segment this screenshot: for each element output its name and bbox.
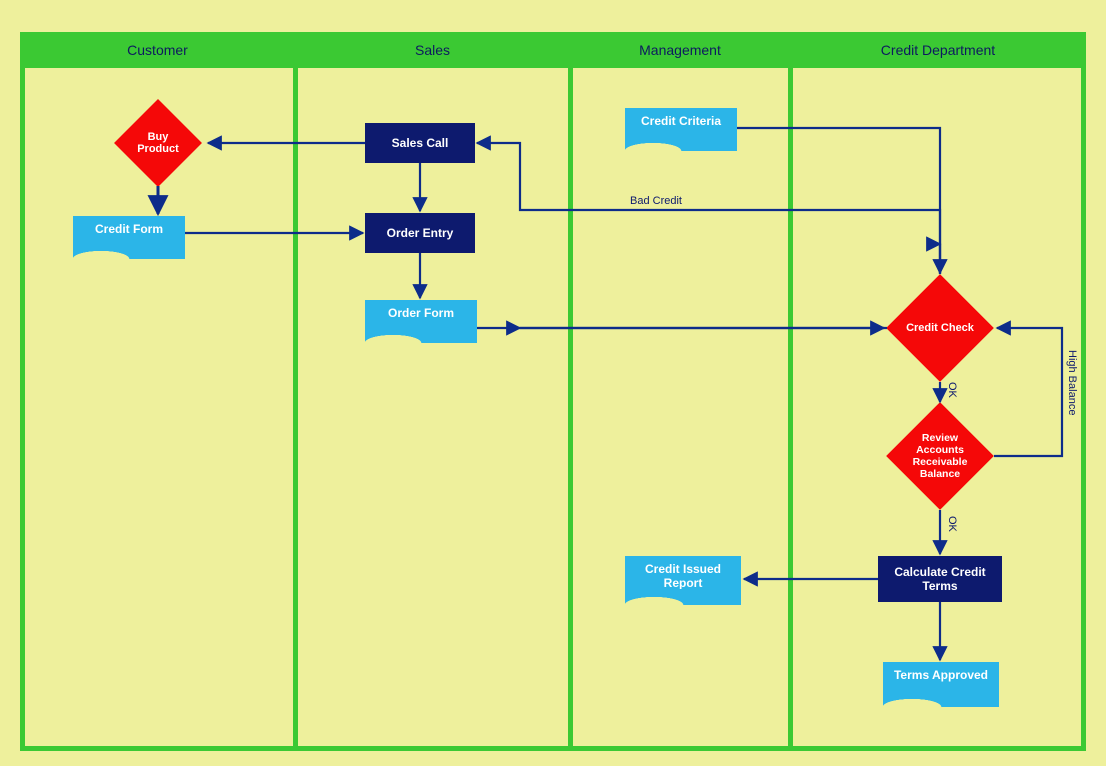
lane-header-customer: Customer [20, 32, 295, 68]
lane-border [20, 746, 1086, 751]
lane-header-credit-dept: Credit Department [790, 32, 1086, 68]
node-label: Credit Check [903, 322, 977, 334]
document-credit-criteria: Credit Criteria [625, 108, 737, 150]
node-label: Terms Approved [894, 668, 988, 682]
process-sales-call: Sales Call [365, 123, 475, 163]
decision-review-accounts: Review Accounts Receivable Balance [886, 402, 993, 509]
node-label: Order Form [388, 306, 454, 320]
lane-sep [293, 68, 298, 748]
node-label: Credit Form [95, 222, 163, 236]
node-label: Review Accounts Receivable Balance [903, 432, 977, 480]
lane-header-label: Management [639, 42, 721, 58]
lane-border [20, 32, 25, 751]
node-label: Credit Issued Report [645, 562, 721, 590]
swimlane-diagram: Customer Sales Management Credit Departm… [0, 0, 1106, 766]
node-label: Credit Criteria [641, 114, 721, 128]
edge-label-high-balance: High Balance [1066, 350, 1078, 415]
edge-label-ok1: OK [946, 382, 958, 398]
document-credit-form: Credit Form [73, 216, 185, 258]
lane-header-label: Customer [127, 42, 188, 58]
lane-sep [568, 68, 573, 748]
node-label: Sales Call [392, 136, 449, 150]
lane-header-sales: Sales [295, 32, 570, 68]
process-calculate-terms: Calculate Credit Terms [878, 556, 1002, 602]
decision-credit-check: Credit Check [886, 274, 993, 381]
lane-header-label: Credit Department [881, 42, 995, 58]
process-order-entry: Order Entry [365, 213, 475, 253]
lane-header-management: Management [570, 32, 790, 68]
edge-label-bad-credit: Bad Credit [630, 195, 682, 207]
document-terms-approved: Terms Approved [883, 662, 999, 706]
document-order-form: Order Form [365, 300, 477, 342]
edge-label-ok2: OK [946, 516, 958, 532]
node-label: Order Entry [387, 226, 454, 240]
lane-header-label: Sales [415, 42, 450, 58]
node-label: Buy Product [128, 131, 188, 155]
decision-buy-product: Buy Product [114, 99, 202, 187]
lane-sep [788, 68, 793, 748]
lane-border [1081, 32, 1086, 751]
document-credit-issued-report: Credit Issued Report [625, 556, 741, 604]
node-label: Calculate Credit Terms [883, 565, 997, 593]
